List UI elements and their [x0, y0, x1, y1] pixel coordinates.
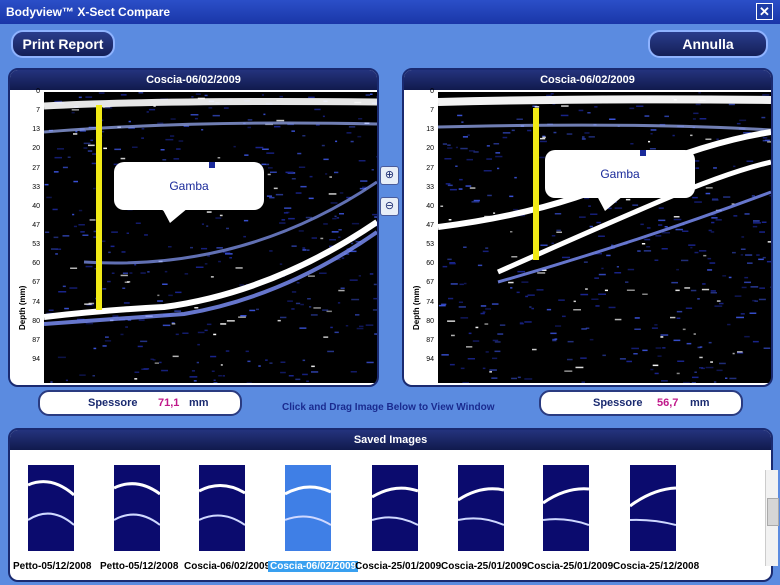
depth-tick: 13: [32, 126, 40, 134]
left-thickness-unit: mm: [189, 397, 209, 409]
right-thickness-measure-line[interactable]: [533, 108, 539, 260]
depth-tick: 87: [32, 336, 40, 344]
saved-images-scrollbar[interactable]: [765, 470, 779, 566]
zoom-out-icon[interactable]: ⊖: [380, 197, 399, 216]
right-thickness-label: Spessore: [593, 397, 643, 409]
right-thickness-box: Spessore 56,7 mm: [539, 390, 743, 416]
saved-image-caption[interactable]: Petto-05/12/2008: [100, 561, 178, 572]
saved-images-title: Saved Images: [10, 430, 771, 450]
depth-tick: 53: [32, 241, 40, 249]
zoom-in-icon[interactable]: ⊕: [380, 166, 399, 185]
cancel-button[interactable]: Annulla: [648, 30, 768, 58]
right-thickness-value: 56,7: [657, 397, 679, 409]
window-title: Bodyview™ X-Sect Compare: [6, 5, 171, 19]
right-axis-label: Depth (mm): [412, 285, 421, 330]
scrollbar-thumb[interactable]: [767, 498, 779, 526]
depth-tick: 20: [426, 145, 434, 153]
title-bar: Bodyview™ X-Sect Compare ✕: [0, 0, 780, 24]
left-thickness-value: 71,1: [158, 397, 180, 409]
saved-image-caption[interactable]: Petto-05/12/2008: [13, 561, 91, 572]
depth-tick: 87: [426, 336, 434, 344]
saved-image-thumbnail[interactable]: [199, 465, 245, 551]
depth-tick: 7: [430, 107, 434, 115]
left-ultrasound-image[interactable]: [44, 92, 377, 383]
depth-tick: 20: [32, 145, 40, 153]
saved-image-caption[interactable]: Coscia-25/01/2009: [355, 561, 441, 572]
depth-tick: 13: [426, 126, 434, 134]
left-bubble-tail: [162, 208, 188, 223]
print-report-button[interactable]: Print Report: [11, 30, 115, 58]
depth-tick: 94: [32, 356, 40, 363]
left-bubble-text: Gamba: [169, 179, 209, 193]
right-thickness-unit: mm: [690, 397, 710, 409]
depth-tick: 60: [426, 260, 434, 268]
left-panel-title: Coscia-06/02/2009: [10, 70, 377, 90]
saved-image-caption[interactable]: Coscia-06/02/2009: [268, 561, 359, 572]
right-annotation-bubble: Gamba: [545, 150, 695, 211]
depth-tick: 40: [426, 202, 434, 210]
depth-tick: 33: [32, 183, 40, 191]
right-bubble-text: Gamba: [600, 167, 640, 181]
left-thickness-measure-line[interactable]: [96, 105, 102, 310]
depth-tick: 0: [430, 88, 434, 95]
close-icon[interactable]: ✕: [756, 3, 773, 20]
depth-tick: 27: [426, 164, 434, 172]
left-axis-label: Depth (mm): [18, 285, 27, 330]
depth-tick: 47: [426, 222, 434, 229]
saved-image-thumbnail[interactable]: [28, 465, 74, 551]
right-ultrasound-image[interactable]: [438, 92, 771, 383]
saved-image-thumbnail[interactable]: [630, 465, 676, 551]
saved-image-caption[interactable]: Coscia-25/12/2008: [613, 561, 699, 572]
depth-tick: 33: [426, 183, 434, 191]
right-image-panel[interactable]: Coscia-06/02/2009 0 7 13 20 27 33 40 47 53 60 67 74…: [402, 68, 773, 387]
depth-tick: 40: [32, 202, 40, 210]
left-image-panel[interactable]: Coscia-06/02/2009 0 7 13 20 27 33 40 47 53 60 67 74…: [8, 68, 379, 387]
depth-tick: 94: [426, 356, 434, 363]
depth-tick: 27: [32, 164, 40, 172]
left-thickness-box: Spessore 71,1 mm: [38, 390, 242, 416]
depth-tick: 47: [32, 222, 40, 229]
saved-image-thumbnail[interactable]: [458, 465, 504, 551]
saved-image-thumbnail[interactable]: [543, 465, 589, 551]
left-annotation-bubble: Gamba: [114, 162, 264, 223]
drag-hint-text: Click and Drag Image Below to View Windo…: [282, 402, 495, 413]
right-ultrasound-scan: [438, 92, 771, 383]
depth-tick: 53: [426, 241, 434, 249]
saved-image-caption[interactable]: Coscia-25/01/2009: [527, 561, 613, 572]
depth-tick: 7: [36, 107, 40, 115]
depth-tick: 0: [36, 88, 40, 95]
right-bubble-tail: [597, 196, 623, 211]
saved-image-thumbnail[interactable]: [285, 465, 331, 551]
saved-image-caption[interactable]: Coscia-25/01/2009: [441, 561, 527, 572]
right-panel-title: Coscia-06/02/2009: [404, 70, 771, 90]
saved-image-caption[interactable]: Coscia-06/02/2009: [184, 561, 270, 572]
saved-image-thumbnail[interactable]: [114, 465, 160, 551]
saved-image-thumbnail[interactable]: [372, 465, 418, 551]
left-thickness-label: Spessore: [88, 397, 138, 409]
left-ultrasound-scan: [44, 92, 377, 383]
depth-tick: 60: [32, 260, 40, 268]
